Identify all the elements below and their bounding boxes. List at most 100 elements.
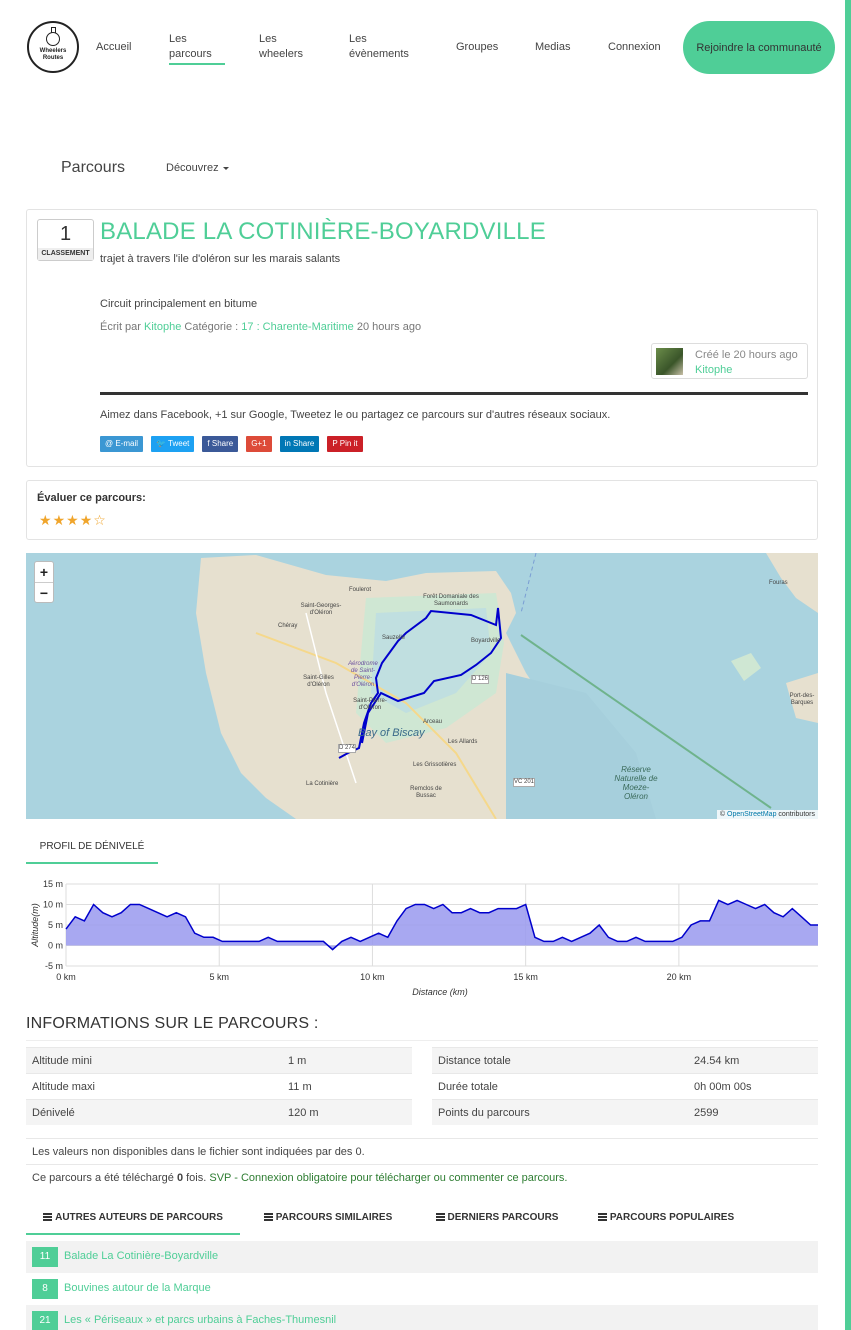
download-count: 0 (176, 1172, 184, 1184)
map-attribution: © OpenStreetMap contributors (716, 810, 818, 819)
list-item-link[interactable]: Bouvines autour de la Marque (64, 1282, 211, 1294)
y-tick-label: -5 m (45, 961, 63, 971)
info-row: Altitude maxi 11 m (26, 1073, 412, 1099)
map-label-port: Port-des-Barques (789, 693, 815, 706)
map-label-arceau: Arceau (423, 719, 443, 725)
nav-les-parcours[interactable]: Les parcours (169, 32, 225, 65)
login-required-link[interactable]: SVP - Connexion obligatoire pour télécha… (209, 1172, 567, 1184)
info-label: Dénivelé (32, 1107, 75, 1119)
download-prefix: Ce parcours a été téléchargé (32, 1172, 174, 1184)
rank-number: 1 (59, 223, 72, 245)
tab-label: DERNIERS PARCOURS (447, 1212, 559, 1223)
tab-latest[interactable]: DERNIERS PARCOURS (416, 1205, 578, 1235)
map-label-aerodrome: Aérodrome de Saint-Pierre-d'Oléron (348, 661, 378, 688)
map-canvas (196, 553, 818, 819)
map-label-saint-gilles: Saint-Gilles d'Oléron (303, 675, 334, 688)
info-value: 24.54 km (694, 1055, 740, 1067)
share-buttons: @ E-mail 🐦 Tweet f Share G+1 in Share P Pin i… (100, 436, 363, 452)
star-filled-icon[interactable]: ★ (66, 512, 80, 528)
info-value: 0h 00m 00s (694, 1081, 752, 1093)
route-card: 1 CLASSEMENT BALADE LA COTINIÈRE-BOYARDV… (26, 209, 818, 467)
route-description: Circuit principalement en bitume (100, 298, 258, 310)
list-item: 8 Bouvines autour de la Marque (26, 1273, 818, 1305)
tab-label: AUTRES AUTEURS DE PARCOURS (55, 1212, 223, 1223)
y-axis-label: Altitude(m) (30, 903, 40, 948)
share-button[interactable]: 🐦 Tweet (151, 436, 195, 452)
star-filled-icon[interactable]: ★ (80, 512, 94, 528)
nav-les-wheelers[interactable]: Les wheelers (259, 32, 314, 62)
share-button[interactable]: P Pin it (327, 436, 363, 452)
map-label-remclos: Remclos de Bussac (410, 786, 442, 799)
route-map[interactable]: Fouras Forêt Domaniale des Saumonards Fo… (26, 553, 818, 819)
category-link[interactable]: 17 : Charente-Maritime (241, 321, 354, 333)
info-value: 2599 (694, 1107, 719, 1119)
author-link[interactable]: Kitophe (144, 321, 181, 333)
logo-text-line2: Routes (42, 55, 64, 61)
share-button[interactable]: in Share (279, 436, 320, 452)
zoom-in-button[interactable]: + (35, 562, 53, 582)
nav-connexion[interactable]: Connexion (608, 40, 661, 55)
route-tabs: AUTRES AUTEURS DE PARCOURS PARCOURS SIMI… (26, 1205, 818, 1235)
share-button[interactable]: f Share (202, 436, 239, 452)
route-title: BALADE LA COTINIÈRE-BOYARDVILLE (100, 218, 546, 245)
list-item-link[interactable]: Balade La Cotinière-Boyardville (64, 1250, 218, 1262)
tab-other-authors[interactable]: AUTRES AUTEURS DE PARCOURS (26, 1205, 240, 1235)
author-box-link[interactable]: Kitophe (695, 364, 732, 376)
rating-title: Évaluer ce parcours: (37, 492, 146, 504)
avatar[interactable] (656, 348, 683, 375)
list-icon (597, 1213, 607, 1221)
info-label: Points du parcours (438, 1107, 530, 1119)
share-button[interactable]: @ E-mail (100, 436, 144, 452)
list-item-link[interactable]: Les « Périseaux » et parcs urbains à Fac… (64, 1314, 336, 1326)
nav-groupes[interactable]: Groupes (456, 40, 498, 55)
discover-dropdown[interactable]: Découvrez (166, 162, 229, 174)
tab-elevation-profile[interactable]: PROFIL DE DÉNIVELÉ (26, 832, 158, 864)
zoom-out-button[interactable]: − (35, 582, 53, 602)
tab-popular[interactable]: PARCOURS POPULAIRES (578, 1205, 754, 1235)
rank-box: 1 CLASSEMENT (37, 219, 94, 261)
divider (100, 392, 808, 395)
info-title: INFORMATIONS SUR LE PARCOURS : (26, 1015, 319, 1032)
share-button[interactable]: G+1 (246, 436, 272, 452)
join-community-button[interactable]: Rejoindre la communauté (683, 21, 835, 74)
share-text: Aimez dans Facebook, +1 sur Google, Twee… (100, 409, 611, 421)
map-label-d126: D 126 (471, 675, 490, 684)
map-label-foulerot: Foulerot (349, 587, 372, 593)
download-suffix: fois. (186, 1172, 207, 1184)
attribution-prefix: © (719, 811, 726, 818)
nav-les-evenements[interactable]: Les évènements (349, 32, 421, 62)
nav-accueil[interactable]: Accueil (96, 40, 131, 55)
map-label-foret: Forêt Domaniale des Saumonards (423, 594, 479, 607)
info-value: 11 m (288, 1081, 312, 1093)
list-item: 21 Les « Périseaux » et parcs urbains à … (26, 1305, 818, 1330)
star-filled-icon[interactable]: ★ (53, 512, 67, 528)
list-icon (43, 1213, 53, 1221)
x-tick-label: 10 km (360, 972, 385, 982)
info-note-unavailable: Les valeurs non disponibles dans le fich… (26, 1138, 818, 1165)
star-filled-icon[interactable]: ★ (39, 512, 53, 528)
map-label-d274: D 274 (338, 744, 357, 753)
rating-stars[interactable]: ★★★★☆ (39, 512, 107, 529)
osm-link[interactable]: OpenStreetMap (727, 811, 776, 818)
info-row: Points du parcours 2599 (432, 1099, 818, 1125)
list-icon (263, 1213, 273, 1221)
star-empty-icon[interactable]: ☆ (93, 512, 107, 528)
site-logo[interactable]: Wheelers Routes (27, 21, 79, 73)
created-date: Créé le 20 hours ago (695, 349, 798, 361)
x-tick-label: 20 km (667, 972, 692, 982)
x-tick-label: 15 km (513, 972, 538, 982)
map-label-vc201: VC 201 (513, 778, 536, 787)
map-label-sauzelle: Sauzelle (382, 635, 406, 641)
rating-panel: Évaluer ce parcours: ★★★★☆ (26, 480, 818, 540)
map-label-cotiniere: La Cotinière (306, 781, 339, 787)
x-tick-label: 0 km (56, 972, 76, 982)
info-table-right: Distance totale 24.54 km Durée totale 0h 00… (432, 1047, 818, 1125)
y-tick-label: 15 m (43, 879, 63, 889)
nav-medias[interactable]: Medias (535, 40, 570, 55)
logo-text-line1: Wheelers (39, 48, 67, 54)
list-item-badge: 11 (32, 1247, 58, 1267)
tab-similar[interactable]: PARCOURS SIMILAIRES (240, 1205, 416, 1235)
info-row: Durée totale 0h 00m 00s (432, 1073, 818, 1099)
info-table-left: Altitude mini 1 m Altitude maxi 11 m Dénivel… (26, 1047, 412, 1125)
map-label-saint-georges: Saint-Georges-d'Oléron (300, 603, 342, 616)
